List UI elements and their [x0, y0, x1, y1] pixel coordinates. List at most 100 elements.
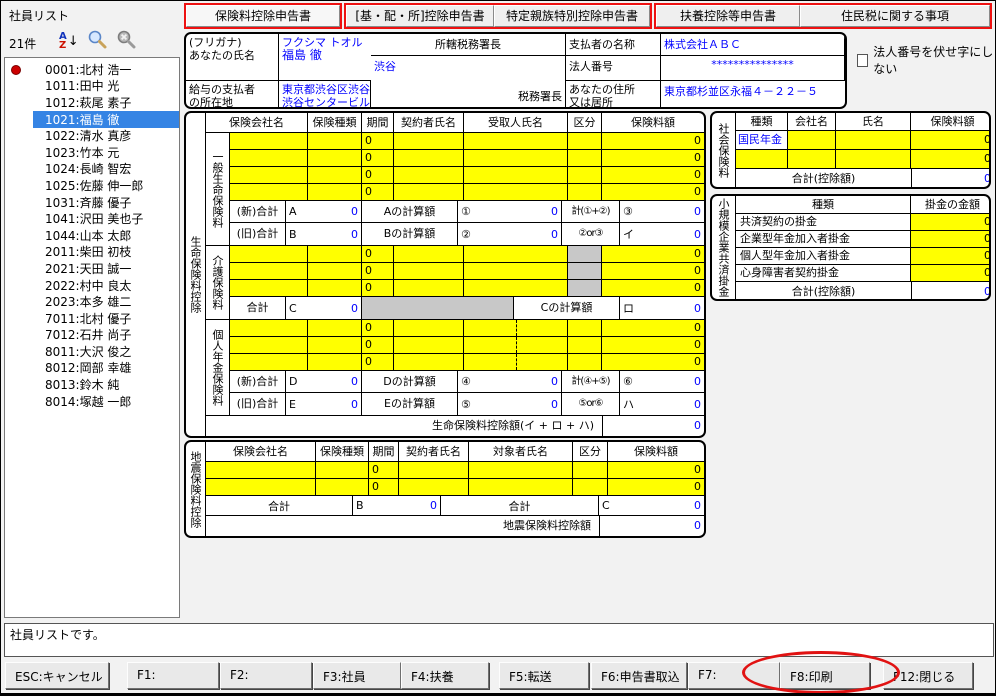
- period-cell[interactable]: 0: [362, 280, 394, 296]
- period-cell[interactable]: 0: [362, 354, 394, 370]
- employee-list-item[interactable]: 1025:佐藤 伸一郎: [5, 177, 179, 194]
- company-name-cell[interactable]: [230, 280, 308, 296]
- company-name-cell[interactable]: [230, 354, 308, 370]
- social-company-cell[interactable]: [788, 131, 836, 149]
- company-name-cell[interactable]: [230, 133, 308, 149]
- category-cell[interactable]: [568, 150, 602, 166]
- insurance-type-cell[interactable]: [308, 354, 362, 370]
- employee-list-item[interactable]: 1021:福島 徹: [5, 111, 179, 128]
- contractor-name-cell[interactable]: [394, 354, 464, 370]
- category-cell[interactable]: [568, 133, 602, 149]
- contractor-name-cell[interactable]: [394, 337, 464, 353]
- tab-resident-tax[interactable]: 住民税に関する事項: [800, 5, 990, 27]
- company-name-cell[interactable]: [230, 263, 308, 279]
- contractor-name-cell[interactable]: [394, 280, 464, 296]
- payer-address-value[interactable]: 東京都渋谷区渋谷１－２－３ 渋谷センタービル: [279, 81, 371, 107]
- f2-button[interactable]: F2:: [220, 662, 312, 689]
- f5-button[interactable]: F5:転送: [499, 662, 589, 689]
- target-person-cell[interactable]: [469, 462, 573, 478]
- f1-button[interactable]: F1:: [127, 662, 219, 689]
- tab-insurance-deduction[interactable]: 保険料控除申告書: [186, 5, 340, 27]
- search-icon[interactable]: [87, 29, 108, 53]
- employee-list-item[interactable]: 1012:萩尾 素子: [5, 94, 179, 111]
- category-cell[interactable]: [568, 167, 602, 183]
- contractor-name-cell[interactable]: [394, 167, 464, 183]
- period-cell[interactable]: 0: [362, 337, 394, 353]
- social-person-cell[interactable]: [836, 131, 911, 149]
- recipient-name-cell[interactable]: [464, 167, 568, 183]
- your-name-value[interactable]: フクシマ トオル 福島 徹: [279, 34, 371, 81]
- recipient-name-cell[interactable]: [464, 280, 568, 296]
- company-name-cell[interactable]: [230, 184, 308, 200]
- premium-amount-cell[interactable]: 0: [602, 133, 704, 149]
- employee-list-item[interactable]: 1024:長崎 智宏: [5, 161, 179, 178]
- premium-amount-cell[interactable]: 0: [608, 462, 704, 478]
- employee-list-item[interactable]: 2011:柴田 初枝: [5, 244, 179, 261]
- tab-specified-relative-deduction[interactable]: 特定親族特別控除申告書: [494, 5, 650, 27]
- f12-button[interactable]: F12:閉じる: [883, 662, 973, 689]
- premium-amount-cell[interactable]: 0: [602, 263, 704, 279]
- employee-list-item[interactable]: 1022:清水 真彦: [5, 127, 179, 144]
- premium-amount-cell[interactable]: 0: [602, 354, 704, 370]
- category-cell[interactable]: [573, 479, 608, 495]
- employee-list-item[interactable]: 0001:北村 浩一: [5, 61, 179, 78]
- recipient-name-cell[interactable]: [464, 246, 568, 262]
- premium-amount-cell[interactable]: 0: [608, 479, 704, 495]
- f7-button[interactable]: F7:: [688, 662, 780, 689]
- esc-button[interactable]: ESC:キャンセル: [5, 662, 109, 689]
- insurance-type-cell[interactable]: [308, 337, 362, 353]
- recipient-name-cell[interactable]: [464, 263, 568, 279]
- social-person-cell[interactable]: [836, 150, 911, 168]
- recipient-name-cell[interactable]: [464, 354, 568, 370]
- mask-corporate-number-checkbox[interactable]: [857, 54, 868, 67]
- employee-list-item[interactable]: 1031:斉藤 優子: [5, 194, 179, 211]
- employee-list-item[interactable]: 2021:天田 誠一: [5, 260, 179, 277]
- period-cell[interactable]: 0: [362, 133, 394, 149]
- category-cell[interactable]: [568, 320, 602, 336]
- category-cell[interactable]: [573, 462, 608, 478]
- premium-amount-cell[interactable]: 0: [602, 184, 704, 200]
- employee-list-item[interactable]: 1011:田中 光: [5, 78, 179, 95]
- employee-list-item[interactable]: 8012:岡部 幸雄: [5, 360, 179, 377]
- premium-amount-cell[interactable]: 0: [602, 150, 704, 166]
- mutual-amount-cell[interactable]: 0: [911, 265, 991, 281]
- period-cell[interactable]: 0: [362, 150, 394, 166]
- contractor-name-cell[interactable]: [394, 184, 464, 200]
- insurance-type-cell[interactable]: [308, 280, 362, 296]
- social-type-cell[interactable]: [736, 150, 788, 168]
- insurance-type-cell[interactable]: [308, 167, 362, 183]
- company-name-cell[interactable]: [230, 246, 308, 262]
- target-person-cell[interactable]: [469, 479, 573, 495]
- period-cell[interactable]: 0: [369, 479, 399, 495]
- f3-button[interactable]: F3:社員: [313, 662, 401, 689]
- employee-list-item[interactable]: 1023:竹本 元: [5, 144, 179, 161]
- your-address-value[interactable]: 東京都杉並区永福４－２２－５: [661, 81, 845, 107]
- tax-office-value[interactable]: 渋谷: [374, 58, 396, 74]
- mutual-amount-cell[interactable]: 0: [911, 214, 991, 230]
- premium-amount-cell[interactable]: 0: [602, 320, 704, 336]
- category-cell[interactable]: [568, 337, 602, 353]
- period-cell[interactable]: 0: [362, 320, 394, 336]
- social-company-cell[interactable]: [788, 150, 836, 168]
- company-name-cell[interactable]: [230, 337, 308, 353]
- insurance-type-cell[interactable]: [308, 246, 362, 262]
- employee-list-item[interactable]: 7011:北村 優子: [5, 310, 179, 327]
- category-cell[interactable]: [568, 354, 602, 370]
- f8-button[interactable]: F8:印刷: [780, 662, 870, 689]
- contractor-name-cell[interactable]: [399, 462, 469, 478]
- sort-az-icon[interactable]: AZ ↓: [59, 32, 79, 50]
- company-name-cell[interactable]: [230, 150, 308, 166]
- period-cell[interactable]: 0: [362, 246, 394, 262]
- insurance-type-cell[interactable]: [316, 462, 369, 478]
- contractor-name-cell[interactable]: [394, 246, 464, 262]
- period-cell[interactable]: 0: [362, 184, 394, 200]
- contractor-name-cell[interactable]: [394, 133, 464, 149]
- period-cell[interactable]: 0: [362, 167, 394, 183]
- contractor-name-cell[interactable]: [394, 150, 464, 166]
- tab-dependent-deduction[interactable]: 扶養控除等申告書: [656, 5, 800, 27]
- employee-list-item[interactable]: 1041:沢田 美也子: [5, 210, 179, 227]
- company-name-cell[interactable]: [230, 320, 308, 336]
- insurance-type-cell[interactable]: [308, 320, 362, 336]
- mutual-amount-cell[interactable]: 0: [911, 248, 991, 264]
- insurance-type-cell[interactable]: [308, 263, 362, 279]
